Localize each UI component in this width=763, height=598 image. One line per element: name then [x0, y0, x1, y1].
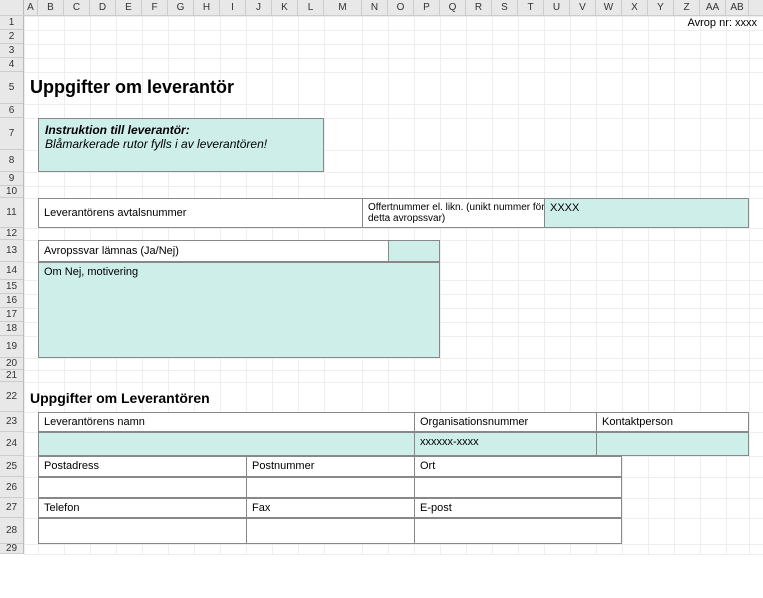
col-header-R[interactable]: R	[466, 0, 492, 15]
avrop-number: Avrop nr: xxxx	[688, 17, 758, 29]
row-header-29[interactable]: 29	[0, 544, 23, 554]
postcode-input[interactable]	[246, 477, 440, 498]
row-header-13[interactable]: 13	[0, 240, 23, 262]
col-header-P[interactable]: P	[414, 0, 440, 15]
page-title: Uppgifter om leverantör	[30, 77, 234, 98]
instruction-title: Instruktion till leverantör:	[45, 123, 190, 137]
contact-person-input[interactable]	[596, 432, 749, 456]
col-header-F[interactable]: F	[142, 0, 168, 15]
offer-number-input[interactable]: XXXX	[544, 198, 749, 228]
col-header-AB[interactable]: AB	[726, 0, 749, 15]
row-header-11[interactable]: 11	[0, 198, 23, 228]
email-label: E-post	[414, 498, 622, 518]
col-header-M[interactable]: M	[324, 0, 362, 15]
row-header-18[interactable]: 18	[0, 322, 23, 336]
col-header-O[interactable]: O	[388, 0, 414, 15]
phone-input[interactable]	[38, 518, 272, 544]
col-header-Q[interactable]: Q	[440, 0, 466, 15]
row-header-28[interactable]: 28	[0, 518, 23, 544]
contact-person-label: Kontaktperson	[596, 412, 749, 432]
row-header-8[interactable]: 8	[0, 150, 23, 172]
row-header-25[interactable]: 25	[0, 456, 23, 477]
offer-number-label: Offertnummer el. likn. (unikt nummer för…	[362, 198, 570, 228]
row-header-20[interactable]: 20	[0, 358, 23, 370]
row-header-17[interactable]: 17	[0, 308, 23, 322]
row-header-27[interactable]: 27	[0, 498, 23, 518]
col-header-V[interactable]: V	[570, 0, 596, 15]
row-header-15[interactable]: 15	[0, 280, 23, 294]
row-header-1[interactable]: 1	[0, 16, 23, 30]
supplier-name-input[interactable]	[38, 432, 440, 456]
column-headers-row: ABCDEFGHIJKLMNOPQRSTUVWXYZAAAB	[0, 0, 763, 16]
motivation-input[interactable]: Om Nej, motivering	[38, 262, 440, 358]
instruction-box: Instruktion till leverantör: Blåmarkerad…	[38, 118, 324, 172]
col-header-B[interactable]: B	[38, 0, 64, 15]
col-header-E[interactable]: E	[116, 0, 142, 15]
select-all-corner[interactable]	[0, 0, 24, 15]
postcode-label: Postnummer	[246, 456, 440, 477]
row-header-4[interactable]: 4	[0, 58, 23, 72]
row-headers-col: 1234567891011121314151617181920212223242…	[0, 16, 24, 554]
email-input[interactable]	[414, 518, 622, 544]
col-header-S[interactable]: S	[492, 0, 518, 15]
col-header-I[interactable]: I	[220, 0, 246, 15]
col-header-Z[interactable]: Z	[674, 0, 700, 15]
col-header-G[interactable]: G	[168, 0, 194, 15]
row-header-14[interactable]: 14	[0, 262, 23, 280]
col-header-H[interactable]: H	[194, 0, 220, 15]
col-header-N[interactable]: N	[362, 0, 388, 15]
row-header-5[interactable]: 5	[0, 72, 23, 104]
org-number-label: Organisationsnummer	[414, 412, 622, 432]
row-header-10[interactable]: 10	[0, 186, 23, 198]
row-header-3[interactable]: 3	[0, 44, 23, 58]
fax-label: Fax	[246, 498, 440, 518]
col-header-Y[interactable]: Y	[648, 0, 674, 15]
col-header-X[interactable]: X	[622, 0, 648, 15]
col-header-T[interactable]: T	[518, 0, 544, 15]
row-header-6[interactable]: 6	[0, 104, 23, 118]
city-input[interactable]	[414, 477, 622, 498]
col-header-K[interactable]: K	[272, 0, 298, 15]
supplier-name-label: Leverantörens namn	[38, 412, 440, 432]
row-header-24[interactable]: 24	[0, 432, 23, 456]
row-header-21[interactable]: 21	[0, 370, 23, 382]
city-label: Ort	[414, 456, 622, 477]
grid-area[interactable]: Avrop nr: xxxx Uppgifter om leverantör I…	[24, 16, 763, 554]
col-header-C[interactable]: C	[64, 0, 90, 15]
col-header-D[interactable]: D	[90, 0, 116, 15]
col-header-L[interactable]: L	[298, 0, 324, 15]
address-label: Postadress	[38, 456, 272, 477]
row-header-16[interactable]: 16	[0, 294, 23, 308]
row-header-2[interactable]: 2	[0, 30, 23, 44]
fax-input[interactable]	[246, 518, 440, 544]
section-supplier-title: Uppgifter om Leverantören	[30, 390, 210, 406]
row-header-7[interactable]: 7	[0, 118, 23, 150]
row-header-22[interactable]: 22	[0, 382, 23, 412]
row-header-23[interactable]: 23	[0, 412, 23, 432]
col-header-U[interactable]: U	[544, 0, 570, 15]
org-number-input[interactable]: xxxxxx-xxxx	[414, 432, 622, 456]
col-header-J[interactable]: J	[246, 0, 272, 15]
row-header-19[interactable]: 19	[0, 336, 23, 358]
response-given-label: Avropssvar lämnas (Ja/Nej)	[38, 240, 414, 262]
response-given-input[interactable]	[388, 240, 440, 262]
col-header-A[interactable]: A	[24, 0, 38, 15]
row-header-12[interactable]: 12	[0, 228, 23, 240]
address-input[interactable]	[38, 477, 272, 498]
contract-number-label: Leverantörens avtalsnummer	[38, 198, 388, 228]
row-header-26[interactable]: 26	[0, 477, 23, 498]
phone-label: Telefon	[38, 498, 272, 518]
row-header-9[interactable]: 9	[0, 172, 23, 186]
instruction-text: Blåmarkerade rutor fylls i av leverantör…	[45, 137, 267, 151]
spreadsheet[interactable]: ABCDEFGHIJKLMNOPQRSTUVWXYZAAAB 123456789…	[0, 0, 763, 554]
col-header-W[interactable]: W	[596, 0, 622, 15]
col-header-AA[interactable]: AA	[700, 0, 726, 15]
